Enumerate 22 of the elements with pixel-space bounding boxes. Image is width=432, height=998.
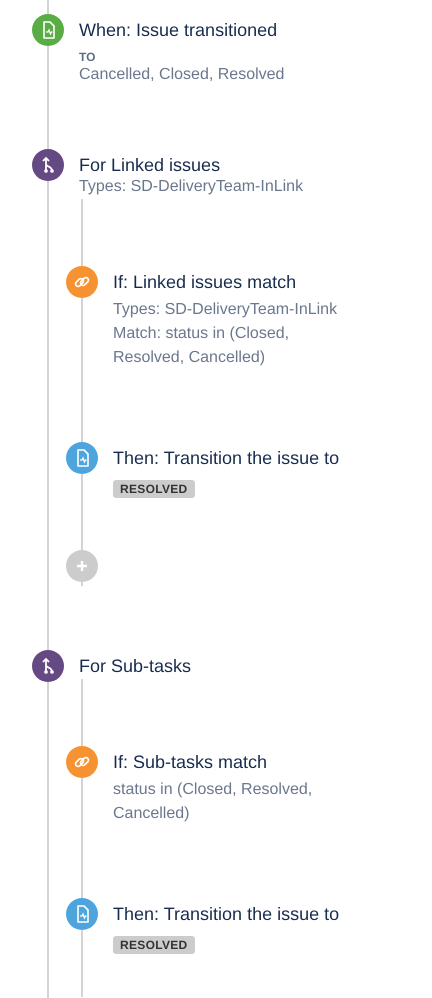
- document-waveform-icon: [32, 14, 64, 46]
- step-title: If: Linked issues match: [113, 271, 298, 294]
- step-description: Types: SD-DeliveryTeam-InLink: [79, 177, 304, 197]
- status-lozenge: RESOLVED: [113, 936, 195, 954]
- branch-icon: [32, 650, 64, 682]
- status-lozenge: RESOLVED: [113, 480, 195, 498]
- step-description: Types: SD-DeliveryTeam-InLink Match: status in (Closed, Resolved, Cancelled): [113, 300, 338, 368]
- step-title: If: Sub-tasks match: [113, 751, 268, 774]
- branch-icon: [32, 149, 64, 181]
- link-icon: [66, 746, 98, 778]
- step-title: Then: Transition the issue to: [113, 447, 340, 470]
- field-value: Cancelled, Closed, Resolved: [79, 65, 284, 85]
- document-waveform-icon: [66, 442, 98, 474]
- document-waveform-icon: [66, 898, 98, 930]
- field-label: TO: [79, 49, 96, 65]
- add-button[interactable]: [66, 550, 98, 582]
- link-icon: [66, 266, 98, 298]
- step-title: For Linked issues: [79, 154, 222, 177]
- step-title: For Sub-tasks: [79, 655, 192, 678]
- step-title: When: Issue transitioned: [79, 19, 278, 42]
- step-description: status in (Closed, Resolved, Cancelled): [113, 780, 314, 824]
- step-title: Then: Transition the issue to: [113, 903, 340, 926]
